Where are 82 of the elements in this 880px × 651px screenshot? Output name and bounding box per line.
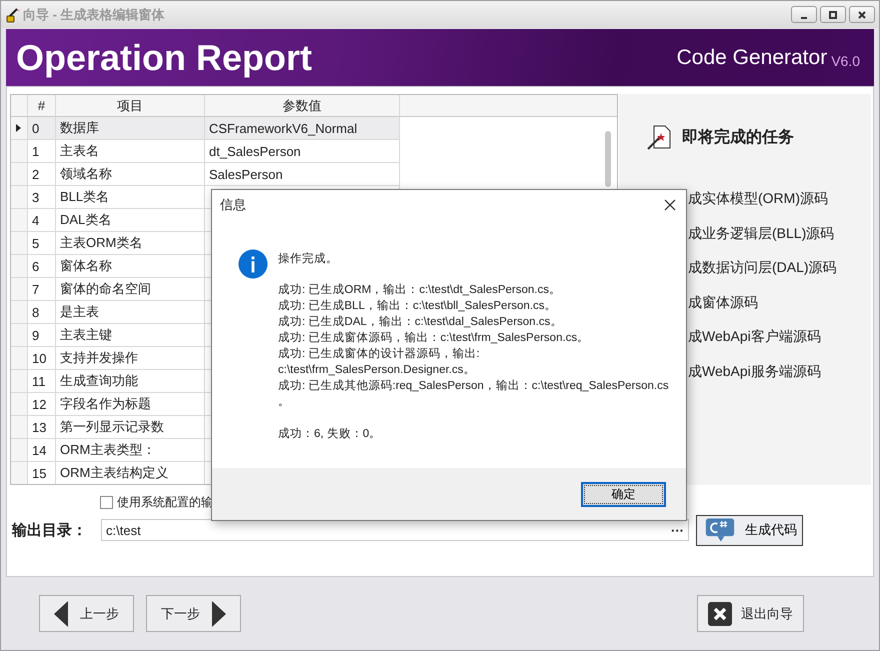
table-cell: 4 — [28, 209, 56, 232]
table-cell: 7 — [28, 278, 56, 301]
table-cell: 2 — [28, 163, 56, 186]
info-icon — [238, 249, 268, 279]
minimize-icon — [801, 16, 807, 18]
task-item: 成实体模型(ORM)源码 — [688, 190, 828, 208]
ok-button[interactable]: 确定 — [581, 482, 666, 506]
dialog-title: 信息 — [220, 196, 246, 214]
table-cell: 支持并发操作 — [56, 347, 205, 370]
close-button[interactable] — [849, 6, 875, 23]
task-item: 成WebApi客户端源码 — [688, 328, 821, 346]
table-cell: 主表主键 — [56, 324, 205, 347]
table-cell: 9 — [28, 324, 56, 347]
table-cell: 第一列显示记录数 — [56, 416, 205, 439]
result-line: 成功: 已生成BLL，输出：c:\test\bll_SalesPerson.cs。 — [278, 298, 558, 314]
task-item: 成数据访问层(DAL)源码 — [688, 259, 837, 277]
table-cell: 3 — [28, 186, 56, 209]
csharp-icon — [705, 517, 735, 543]
window-title: 向导 - 生成表格编辑窗体 — [23, 6, 165, 24]
table-cell: DAL类名 — [56, 209, 205, 232]
magic-document-icon — [646, 124, 672, 150]
task-item: 成WebApi服务端源码 — [688, 362, 821, 381]
table-cell: 13 — [28, 416, 56, 439]
product-name: Code Generator — [676, 46, 828, 70]
wand-icon — [5, 6, 21, 22]
table-cell: 1 — [28, 140, 56, 163]
result-line: 成功: 已生成其他源码:req_SalesPerson，输出：c:\test\req_SalesPerson.cs — [278, 378, 669, 394]
table-cell: 12 — [28, 393, 56, 416]
table-cell: 11 — [28, 370, 56, 393]
checkbox[interactable] — [100, 496, 113, 508]
table-cell: 是主表 — [56, 301, 205, 324]
output-label: 输出目录： — [10, 520, 88, 540]
result-line: 。 — [278, 395, 291, 410]
table-cell: 字段名作为标题 — [56, 393, 205, 416]
table-cell: 0 — [28, 117, 56, 140]
right-triangle-icon — [212, 600, 226, 626]
table-cell: 6 — [28, 255, 56, 278]
result-line: 成功: 已生成窗体源码，输出：c:\test\frm_SalesPerson.cs。 — [278, 330, 590, 346]
table-cell: 窗体的命名空间 — [56, 278, 205, 301]
result-line: c:\test\frm_SalesPerson.Designer.cs。 — [278, 363, 476, 378]
result-line: 成功: 已生成DAL，输出：c:\test\dal_SalesPerson.cs。 — [278, 314, 564, 330]
table-cell: 领域名称 — [56, 163, 205, 186]
close-icon — [664, 199, 676, 211]
table-cell: ORM主表类型： — [56, 439, 205, 462]
table-cell: SalesPerson — [205, 163, 400, 186]
row-indicator[interactable] — [11, 117, 28, 140]
table-cell: 数据库 — [56, 117, 205, 140]
generate-button[interactable]: 生成代码 — [696, 514, 803, 546]
product-version: V6.0 — [831, 52, 860, 68]
table-cell: CSFrameworkV6_Normal — [205, 117, 400, 140]
close-button[interactable] — [662, 197, 678, 213]
result-line: 成功: 已生成ORM，输出：c:\test\dt_SalesPerson.cs。 — [278, 282, 562, 298]
next-button[interactable]: 下一步 — [146, 595, 241, 632]
table-cell: 主表名 — [56, 140, 205, 163]
table-cell: 生成查询功能 — [56, 370, 205, 393]
result-line: 成功: 已生成窗体的设计器源码，输出: — [278, 346, 481, 362]
browse-button[interactable]: ··· — [671, 522, 684, 538]
banner-title: Operation Report — [16, 36, 312, 78]
table-cell: BLL类名 — [56, 186, 205, 209]
table-cell: ORM主表结构定义 — [56, 462, 205, 484]
table-cell: 15 — [28, 462, 56, 484]
table-cell: dt_SalesPerson — [205, 140, 400, 163]
exit-button[interactable]: 退出向导 — [697, 595, 804, 632]
previous-button[interactable]: 上一步 — [39, 595, 134, 632]
maximize-icon — [828, 10, 838, 20]
table-cell: 主表ORM类名 — [56, 232, 205, 255]
task-item: 成业务逻辑层(BLL)源码 — [688, 224, 834, 243]
close-icon — [857, 10, 867, 20]
close-icon — [708, 602, 732, 626]
minimize-button[interactable] — [791, 6, 817, 23]
row-pointer-icon — [16, 124, 21, 132]
table-cell: 14 — [28, 439, 56, 462]
dialog-message: 操作完成。 — [278, 251, 339, 266]
table-cell: 10 — [28, 347, 56, 370]
table-cell: 窗体名称 — [56, 255, 205, 278]
table-cell: 8 — [28, 301, 56, 324]
task-item: 成窗体源码 — [688, 294, 758, 312]
maximize-button[interactable] — [820, 6, 846, 23]
summary-text: 成功：6, 失败：0。 — [278, 426, 382, 441]
task-heading: 即将完成的任务 — [682, 127, 794, 148]
left-triangle-icon — [54, 600, 68, 626]
table-cell: 5 — [28, 232, 56, 255]
